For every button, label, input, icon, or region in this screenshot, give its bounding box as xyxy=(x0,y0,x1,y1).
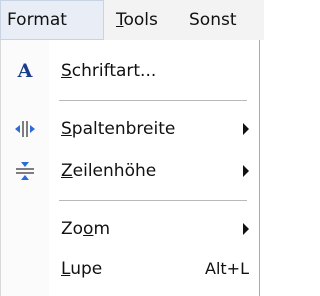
format-dropdown-menu: A Schriftart... Spaltenbreite Zeilenhöhe… xyxy=(0,40,260,296)
font-icon: A xyxy=(17,60,33,82)
menu-item-lupe[interactable]: Lupe Alt+L xyxy=(1,252,259,286)
menu-bar: Format Tools Sonst xyxy=(0,0,264,40)
submenu-arrow-icon xyxy=(243,123,249,135)
menu-item-spaltenbreite[interactable]: Spaltenbreite xyxy=(1,112,259,146)
menu-format[interactable]: Format xyxy=(0,0,104,40)
menu-item-schriftart[interactable]: A Schriftart... xyxy=(1,54,259,88)
menu-item-spaltenbreite-label: Spaltenbreite xyxy=(61,119,176,139)
menu-sonstiges[interactable]: Sonst xyxy=(189,0,237,40)
menu-item-zeilenhoehe[interactable]: Zeilenhöhe xyxy=(1,154,259,188)
menu-item-zeilenhoehe-label: Zeilenhöhe xyxy=(61,161,157,181)
menu-tools[interactable]: Tools xyxy=(116,0,158,40)
submenu-arrow-icon xyxy=(243,165,249,177)
column-width-icon xyxy=(14,118,36,140)
menu-tools-label: Tools xyxy=(116,10,158,30)
submenu-arrow-icon xyxy=(243,223,249,235)
menu-separator xyxy=(59,200,247,201)
menu-separator xyxy=(59,100,247,101)
menu-item-lupe-label: Lupe xyxy=(61,259,103,279)
row-height-icon xyxy=(14,160,36,182)
menu-format-label: Format xyxy=(7,10,67,30)
shortcut-lupe: Alt+L xyxy=(205,259,249,278)
menu-sonstiges-label: Sonst xyxy=(189,10,237,30)
menu-item-zoom[interactable]: Zoom xyxy=(1,212,259,246)
menu-item-schriftart-label: Schriftart... xyxy=(61,61,157,81)
menu-item-zoom-label: Zoom xyxy=(61,219,111,239)
